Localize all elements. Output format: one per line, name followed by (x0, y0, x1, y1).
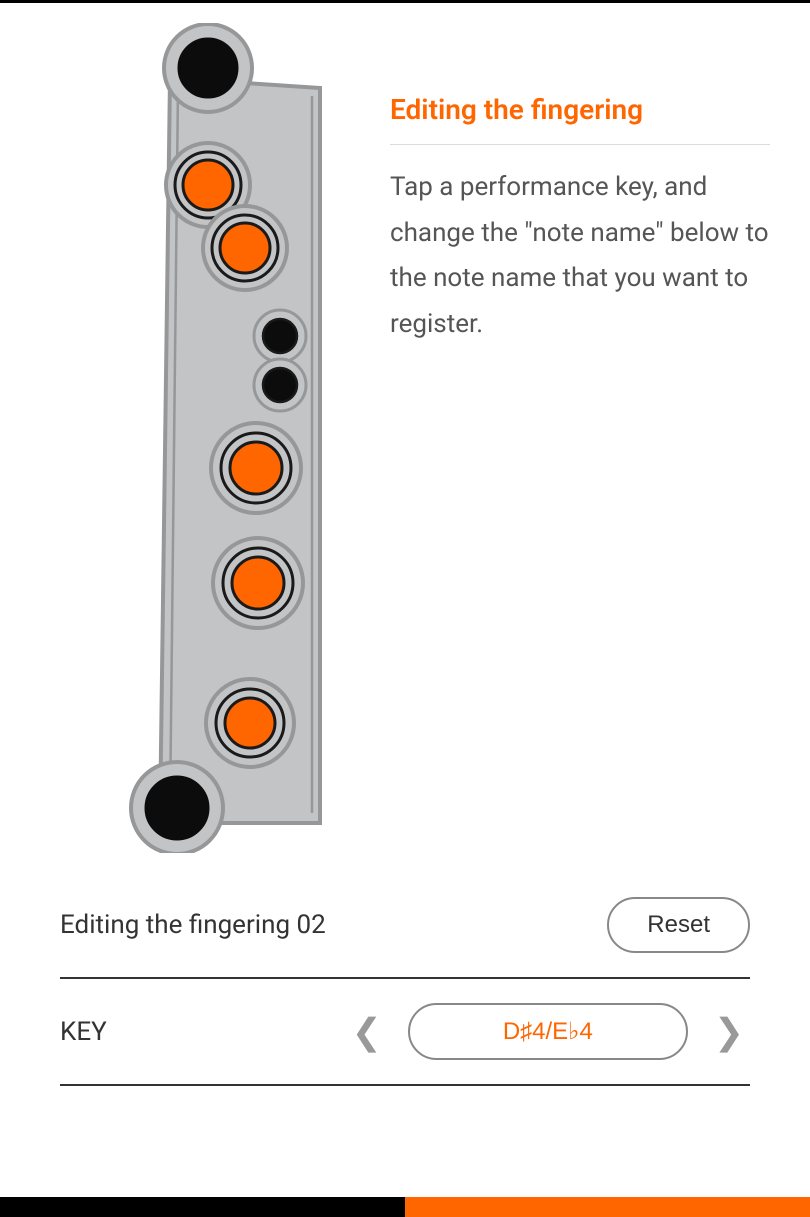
key-value-button[interactable]: D♯4/E♭4 (408, 1003, 688, 1060)
key-top-thumb[interactable] (164, 24, 252, 112)
key-2[interactable] (203, 206, 287, 290)
key-label: KEY (60, 1017, 107, 1047)
reset-button[interactable]: Reset (607, 897, 750, 953)
fingering-row: Editing the fingering 02 Reset (60, 873, 750, 977)
info-description: Tap a performance key, and change the "n… (390, 165, 770, 347)
key-row: KEY ❮ D♯4/E♭4 ❯ (60, 977, 750, 1086)
key-select-group: ❮ D♯4/E♭4 ❯ (346, 1003, 750, 1060)
key-side-small-2[interactable] (254, 359, 306, 411)
key-next-button[interactable]: ❯ (708, 1011, 750, 1053)
info-panel: Editing the fingering Tap a performance … (390, 23, 770, 833)
key-prev-button[interactable]: ❮ (346, 1011, 388, 1053)
key-side-small-1[interactable] (254, 310, 306, 362)
key-bottom-thumb[interactable] (131, 762, 223, 853)
controls-section: Editing the fingering 02 Reset KEY ❮ D♯4… (0, 863, 810, 1086)
key-5[interactable] (206, 679, 294, 767)
recorder-svg (40, 23, 340, 853)
key-3[interactable] (211, 423, 301, 513)
bottom-accent (405, 1197, 810, 1217)
info-title: Editing the fingering (390, 93, 770, 145)
instrument-diagram (40, 23, 340, 833)
fingering-label: Editing the fingering 02 (60, 910, 326, 940)
key-4[interactable] (213, 538, 303, 628)
